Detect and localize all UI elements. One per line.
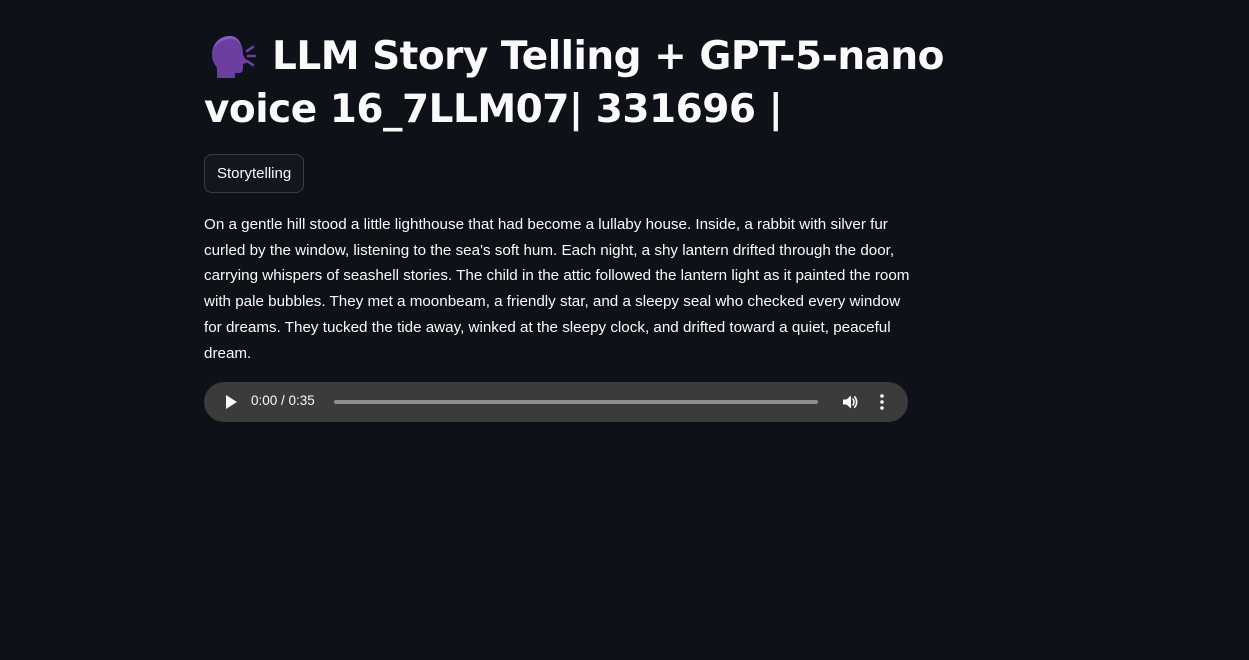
speaking-head-icon <box>208 34 256 80</box>
audio-player[interactable]: 0:00 / 0:35 <box>204 382 908 423</box>
play-icon[interactable] <box>224 394 238 410</box>
audio-time-display: 0:00 / 0:35 <box>251 393 315 409</box>
title-row: LLM Story Telling + GPT-5-nano <box>204 30 944 83</box>
audio-progress-track[interactable] <box>334 400 818 405</box>
title-line-1: LLM Story Telling + GPT-5-nano <box>272 34 944 79</box>
storytelling-button[interactable]: Storytelling <box>204 154 305 193</box>
title-line-2: voice 16_7LLM07| 331696 | <box>204 87 783 132</box>
more-vertical-icon[interactable] <box>875 393 889 411</box>
volume-icon[interactable] <box>841 393 859 411</box>
story-text: On a gentle hill stood a little lighthou… <box>204 216 910 362</box>
page-title: LLM Story Telling + GPT-5-nano voice 16_… <box>204 30 944 136</box>
main-content: LLM Story Telling + GPT-5-nano voice 16_… <box>204 0 944 423</box>
